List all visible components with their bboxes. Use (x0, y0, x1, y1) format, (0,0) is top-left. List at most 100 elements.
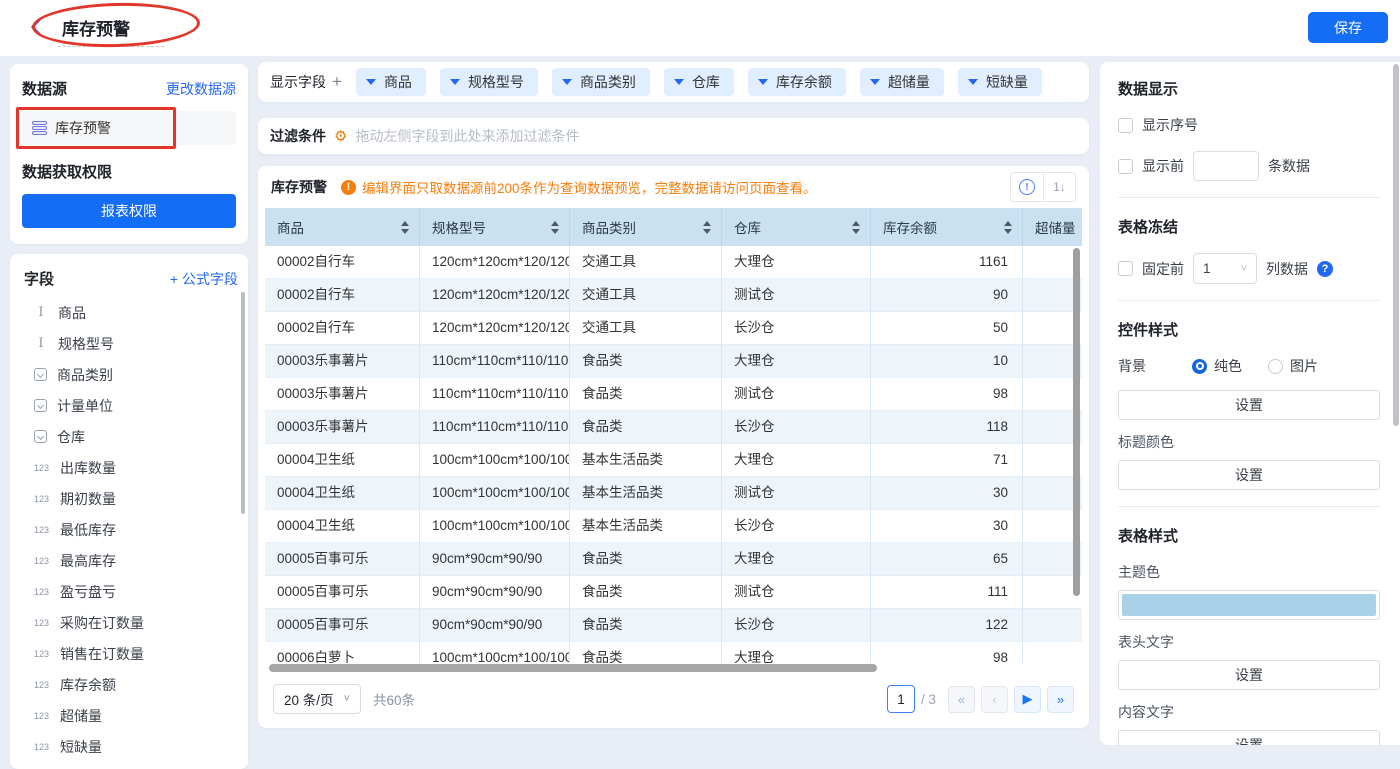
table-cell: 1161 (871, 246, 1023, 279)
last-page-button[interactable]: » (1047, 686, 1074, 713)
add-formula-field-link[interactable]: + 公式字段 (170, 269, 238, 289)
theme-color-swatch (1122, 594, 1376, 616)
field-item[interactable]: 123短缺量 (24, 731, 238, 762)
table-cell: 30 (871, 510, 1023, 543)
column-header-label: 商品 (277, 217, 304, 237)
theme-color-picker[interactable] (1118, 590, 1380, 620)
page-scrollbar[interactable] (1393, 64, 1399, 426)
number-field-icon: 123 (34, 463, 50, 473)
current-page-input[interactable] (887, 685, 915, 713)
column-header[interactable]: 商品 (265, 208, 420, 246)
field-list: I商品I规格型号商品类别计量单位仓库123出库数量123期初数量123最低库存1… (24, 297, 238, 762)
add-field-icon[interactable]: + (332, 72, 342, 92)
fields-scrollbar[interactable] (241, 292, 245, 514)
show-top-checkbox[interactable] (1118, 159, 1133, 174)
display-field-chip[interactable]: 商品类别 (552, 68, 650, 96)
sort-icon[interactable] (703, 221, 711, 234)
chevron-down-icon (562, 79, 572, 85)
field-item[interactable]: 123销售在订数量 (24, 638, 238, 669)
info-button[interactable]: ! (1011, 173, 1043, 201)
table-cell: 食品类 (570, 642, 722, 663)
page-title[interactable]: 库存预警 (58, 15, 164, 47)
table-row: 00003乐事薯片110cm*110cm*110/110食品类长沙仓118 (265, 411, 1082, 444)
chevron-down-icon: ˅ (344, 693, 350, 705)
field-item[interactable]: I规格型号 (24, 328, 238, 359)
field-item[interactable]: 123 出库数量 (24, 452, 238, 483)
number-field-icon: 123 (34, 680, 50, 690)
field-item[interactable]: 123最低库存 (24, 514, 238, 545)
divider (1118, 506, 1380, 507)
content-text-label: 内容文字 (1118, 702, 1380, 722)
solid-color-radio[interactable]: 纯色 (1192, 356, 1242, 376)
table-body: 00002自行车120cm*120cm*120/120交通工具大理仓116100… (265, 246, 1082, 663)
chevron-down-icon (674, 79, 684, 85)
content-text-set-button[interactable]: 设置 (1118, 730, 1380, 745)
background-label: 背景 (1118, 356, 1192, 376)
freeze-count-select[interactable]: 1 ˅ (1193, 253, 1257, 284)
display-field-chip[interactable]: 库存余额 (748, 68, 846, 96)
back-icon[interactable] (26, 16, 48, 38)
help-icon[interactable]: ? (1317, 261, 1333, 277)
column-header[interactable]: 规格型号 (420, 208, 570, 246)
filter-dropzone-placeholder[interactable]: 拖动左侧字段到此处来添加过滤条件 (355, 126, 579, 146)
gear-icon[interactable]: ⚙ (334, 129, 347, 144)
title-color-set-button[interactable]: 设置 (1118, 460, 1380, 490)
field-item[interactable]: 123盈亏盘亏 (24, 576, 238, 607)
field-item[interactable]: 123期初数量 (24, 483, 238, 514)
table-cell: 100cm*100cm*100/100 (420, 444, 570, 477)
title-color-label: 标题颜色 (1118, 432, 1380, 452)
image-label: 图片 (1290, 356, 1318, 376)
select-field-icon (34, 368, 47, 381)
table-horizontal-scrollbar[interactable] (269, 664, 877, 672)
display-field-chip[interactable]: 仓库 (664, 68, 734, 96)
column-header[interactable]: 商品类别 (570, 208, 722, 246)
field-item[interactable]: 123超储量 (24, 700, 238, 731)
table-row: 00003乐事薯片110cm*110cm*110/110食品类测试仓98 (265, 378, 1082, 411)
field-item[interactable]: 仓库 (24, 421, 238, 452)
sort-icon[interactable] (551, 221, 559, 234)
prev-page-button[interactable]: ‹ (981, 686, 1008, 713)
field-label: 出库数量 (60, 458, 116, 478)
radio-selected-icon (1192, 359, 1207, 374)
field-item[interactable]: 123采购在订数量 (24, 607, 238, 638)
table-cell: 测试仓 (722, 378, 871, 411)
field-item[interactable]: I商品 (24, 297, 238, 328)
next-page-button[interactable]: ▶ (1014, 686, 1041, 713)
sort-button[interactable]: 1↓ (1043, 173, 1075, 201)
header-text-set-button[interactable]: 设置 (1118, 660, 1380, 690)
change-datasource-link[interactable]: 更改数据源 (166, 79, 236, 99)
table-vertical-scrollbar[interactable] (1073, 248, 1080, 596)
display-field-chip[interactable]: 超储量 (860, 68, 944, 96)
sort-icon[interactable] (401, 221, 409, 234)
field-item[interactable]: 123库存余额 (24, 669, 238, 700)
first-page-button[interactable]: « (948, 686, 975, 713)
image-radio[interactable]: 图片 (1268, 356, 1318, 376)
text-field-icon: I (34, 305, 48, 320)
datasource-item[interactable]: 库存预警 (22, 111, 236, 145)
sort-icon[interactable] (1004, 221, 1012, 234)
display-field-chip[interactable]: 短缺量 (958, 68, 1042, 96)
show-top-count-input[interactable] (1193, 151, 1259, 181)
background-set-button[interactable]: 设置 (1118, 390, 1380, 420)
report-permission-button[interactable]: 报表权限 (22, 194, 236, 228)
freeze-checkbox[interactable] (1118, 261, 1133, 276)
save-button[interactable]: 保存 (1308, 12, 1388, 43)
field-item[interactable]: 123最高库存 (24, 545, 238, 576)
display-fields-bar: 显示字段 + 商品规格型号商品类别仓库库存余额超储量短缺量 (258, 62, 1089, 102)
column-header[interactable]: 超储量 (1023, 208, 1082, 246)
table-cell: 测试仓 (722, 576, 871, 609)
table-cell: 食品类 (570, 576, 722, 609)
display-field-chip[interactable]: 商品 (356, 68, 426, 96)
column-header[interactable]: 仓库 (722, 208, 871, 246)
table-cell: 食品类 (570, 609, 722, 642)
column-header-label: 库存余额 (883, 217, 937, 237)
sort-icon[interactable] (852, 221, 860, 234)
table-cell: 50 (871, 312, 1023, 345)
chevron-down-icon (870, 79, 880, 85)
page-size-select[interactable]: 20 条/页 ˅ (273, 684, 361, 714)
field-item[interactable]: 商品类别 (24, 359, 238, 390)
field-item[interactable]: 计量单位 (24, 390, 238, 421)
column-header[interactable]: 库存余额 (871, 208, 1023, 246)
display-field-chip[interactable]: 规格型号 (440, 68, 538, 96)
show-index-checkbox[interactable] (1118, 118, 1133, 133)
